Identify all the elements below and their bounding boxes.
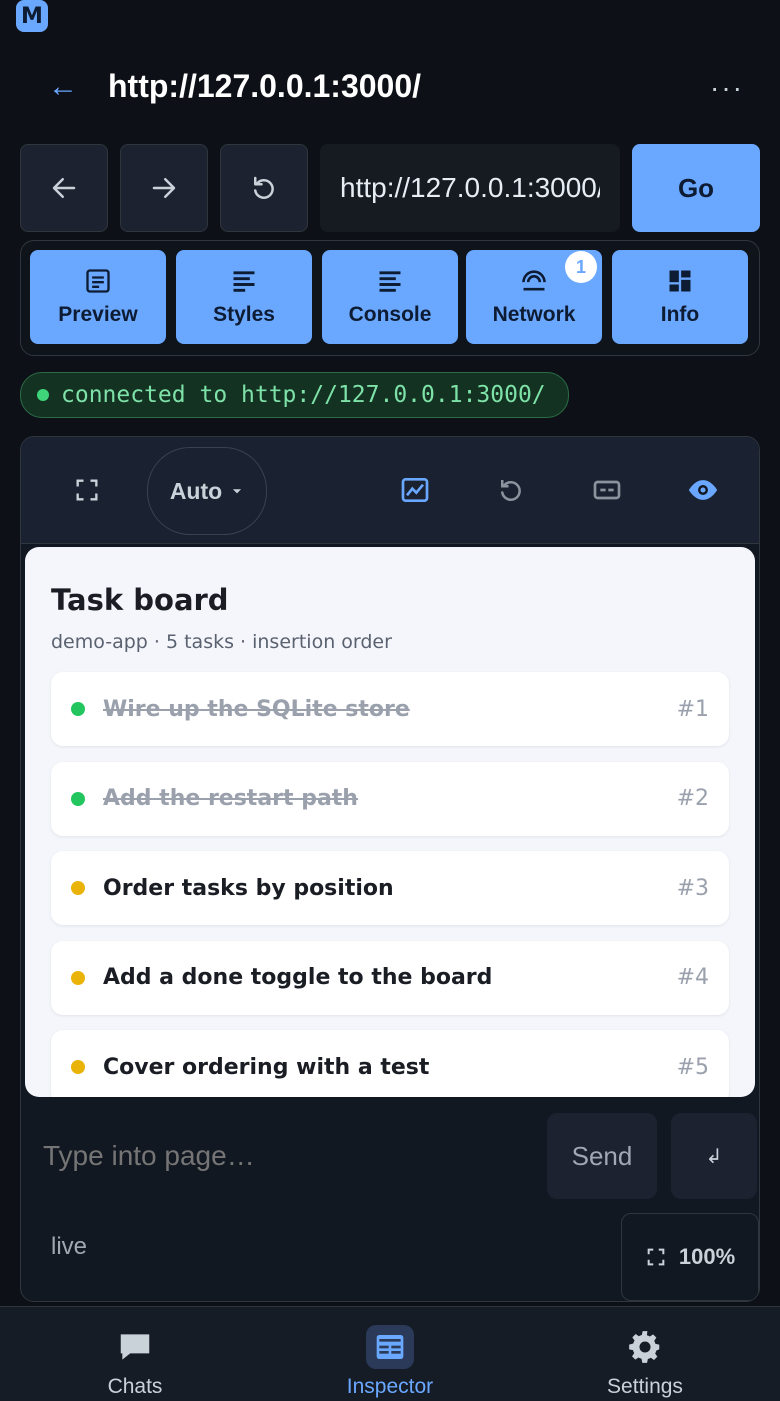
task-row[interactable]: Wire up the SQLite store #1: [51, 672, 729, 746]
tab-styles[interactable]: Styles: [176, 250, 312, 344]
tab-label: Info: [660, 303, 700, 326]
connection-status: connected to http://127.0.0.1:3000/: [20, 372, 569, 418]
app-logo-icon: M: [16, 0, 48, 32]
page-preview[interactable]: Task board demo-app · 5 tasks · insertio…: [25, 547, 755, 1097]
tab-info[interactable]: Info: [612, 250, 748, 344]
board-title: Task board: [51, 583, 229, 617]
eye-icon: [688, 480, 718, 500]
nav-forward-button[interactable]: [120, 144, 208, 232]
chart-icon: [401, 478, 429, 502]
task-status-dot-icon: [71, 1060, 85, 1074]
fullscreen-icon: [76, 479, 98, 501]
tab-console[interactable]: Console: [322, 250, 458, 344]
visibility-button[interactable]: [679, 466, 727, 514]
device-mode-label: Auto: [169, 477, 223, 504]
network-icon: [522, 270, 546, 291]
task-status-dot-icon: [71, 702, 85, 716]
task-status-dot-icon: [71, 881, 85, 895]
device-mode-select[interactable]: Auto: [147, 447, 267, 535]
network-count-badge: 1: [565, 251, 597, 283]
status-dot-icon: [37, 389, 49, 401]
fit-icon: [647, 1248, 665, 1266]
arrow-left-icon: [52, 178, 76, 198]
tab-label: Styles: [213, 303, 275, 326]
preview-reload-button[interactable]: [487, 466, 535, 514]
nav-label: Inspector: [346, 1375, 434, 1398]
page-title: http://127.0.0.1:3000/: [108, 68, 422, 104]
zoom-level: 100%: [678, 1244, 736, 1269]
task-row[interactable]: Order tasks by position #3: [51, 851, 729, 925]
caret-down-icon: [233, 489, 242, 494]
tab-label: Preview: [58, 303, 138, 326]
fullscreen-button[interactable]: [63, 466, 111, 514]
lines-icon: [233, 271, 255, 292]
nav-label: Chats: [107, 1375, 163, 1398]
tab-label: Console: [348, 303, 432, 326]
task-number: #4: [676, 965, 709, 990]
send-button[interactable]: Send: [547, 1113, 657, 1199]
preview-panel: Auto Task board demo-app · 5 tasks · ins…: [20, 436, 760, 1302]
nav-settings[interactable]: Settings: [515, 1307, 775, 1401]
task-row[interactable]: Add a done toggle to the board #4: [51, 940, 729, 1015]
chat-icon-wrap: [111, 1325, 159, 1369]
nav-back-button[interactable]: [20, 144, 108, 232]
task-row[interactable]: Add the restart path #2: [51, 761, 729, 836]
dashboard-icon: [669, 270, 691, 292]
gear-icon: [629, 1331, 660, 1363]
console-icon: [379, 271, 401, 292]
performance-button[interactable]: [391, 466, 439, 514]
inspector-icon: [376, 1335, 404, 1359]
reload-button[interactable]: [220, 144, 308, 232]
type-into-page-input[interactable]: [41, 1117, 545, 1195]
reload-icon: [501, 480, 521, 501]
task-status-dot-icon: [71, 970, 85, 985]
task-number: #3: [676, 875, 709, 901]
task-title: Wire up the SQLite store: [103, 696, 410, 722]
task-number: #1: [676, 696, 709, 722]
nav-label: Settings: [607, 1375, 683, 1398]
bottom-navigation: Chats Inspector Settings: [0, 1306, 780, 1401]
nav-chats[interactable]: Chats: [5, 1307, 265, 1401]
nav-inspector[interactable]: Inspector: [260, 1307, 520, 1401]
reload-icon: [254, 176, 274, 199]
gear-icon-wrap: [621, 1325, 669, 1369]
status-text: connected to http://127.0.0.1:3000/: [61, 382, 546, 408]
url-field[interactable]: [320, 144, 620, 232]
task-title: Cover ordering with a test: [103, 1054, 430, 1080]
task-status-dot-icon: [71, 791, 85, 806]
task-title: Add the restart path: [103, 786, 358, 811]
arrow-right-icon: [152, 178, 176, 198]
go-button[interactable]: Go: [632, 144, 760, 232]
document-icon: [86, 269, 110, 293]
enter-key-button[interactable]: ↲: [671, 1113, 757, 1199]
back-arrow-icon[interactable]: ←: [48, 70, 78, 104]
inspector-icon-wrap: [366, 1325, 414, 1369]
app-logo-letter: M: [21, 3, 43, 29]
tab-preview[interactable]: Preview: [30, 250, 166, 344]
zoom-button[interactable]: 100%: [621, 1213, 759, 1301]
task-number: #5: [676, 1054, 709, 1080]
more-menu-icon[interactable]: ···: [710, 72, 744, 104]
task-number: #2: [676, 786, 709, 811]
tab-label: Network: [492, 303, 576, 326]
preview-toolbar: Auto: [21, 437, 759, 544]
chat-icon: [120, 1334, 150, 1360]
task-title: Add a done toggle to the board: [103, 965, 493, 990]
task-title: Order tasks by position: [103, 875, 394, 901]
task-row[interactable]: Cover ordering with a test #5: [51, 1030, 729, 1097]
url-input[interactable]: [320, 172, 620, 204]
captions-button[interactable]: [583, 466, 631, 514]
live-label: live: [51, 1233, 88, 1260]
board-subtitle: demo-app · 5 tasks · insertion order: [51, 631, 392, 653]
card-icon: [593, 480, 621, 500]
